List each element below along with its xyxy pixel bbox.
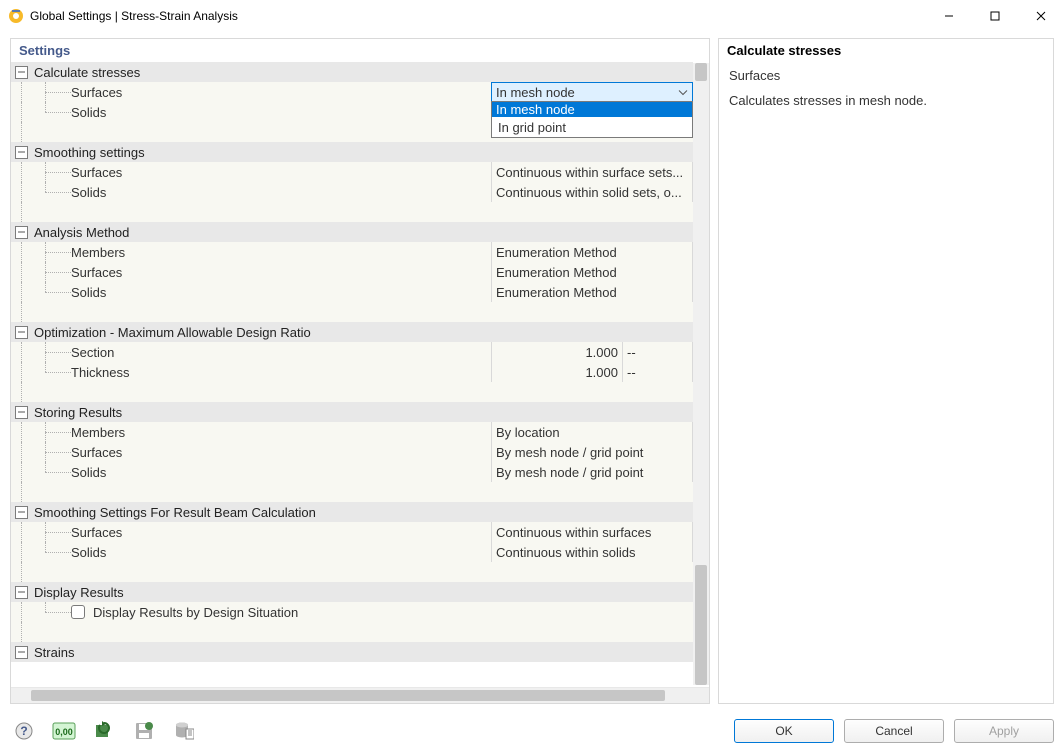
window-title: Global Settings | Stress-Strain Analysis	[30, 9, 926, 23]
dd-option-grid[interactable]: In grid point	[492, 117, 692, 137]
display-by-situation-checkbox[interactable]	[71, 605, 85, 619]
collapse-icon[interactable]	[15, 406, 28, 419]
app-icon	[8, 8, 24, 24]
collapse-icon[interactable]	[15, 646, 28, 659]
collapse-icon[interactable]	[15, 506, 28, 519]
vertical-scrollbar[interactable]	[693, 63, 709, 685]
settings-header: Settings	[11, 39, 709, 62]
minimize-button[interactable]	[926, 0, 972, 32]
row-opt-section[interactable]: Section 1.000 --	[11, 342, 693, 362]
chevron-down-icon	[678, 85, 688, 100]
collapse-icon[interactable]	[15, 66, 28, 79]
collapse-icon[interactable]	[15, 326, 28, 339]
maximize-button[interactable]	[972, 0, 1018, 32]
surfaces-dropdown-list: In mesh node In grid point	[491, 101, 693, 138]
row-sbeam-surfaces[interactable]: Surfaces Continuous within surfaces	[11, 522, 693, 542]
row-storing-surfaces[interactable]: Surfaces By mesh node / grid point	[11, 442, 693, 462]
spacer	[11, 382, 693, 402]
close-button[interactable]	[1018, 0, 1064, 32]
help-icon[interactable]: ?	[10, 719, 38, 743]
row-opt-thickness[interactable]: Thickness 1.000 --	[11, 362, 693, 382]
row-smooth-solids[interactable]: Solids Continuous within solid sets, o..…	[11, 182, 693, 202]
ok-button[interactable]: OK	[734, 719, 834, 743]
save-icon[interactable]	[130, 719, 158, 743]
row-storing-solids[interactable]: Solids By mesh node / grid point	[11, 462, 693, 482]
row-analysis-surfaces[interactable]: Surfaces Enumeration Method	[11, 262, 693, 282]
horizontal-scrollbar[interactable]	[11, 687, 709, 703]
surfaces-mesh-dropdown[interactable]: In mesh node In mesh node In grid point	[491, 82, 693, 102]
row-display-by-situation[interactable]: Display Results by Design Situation	[11, 602, 693, 622]
database-icon[interactable]	[170, 719, 198, 743]
svg-text:?: ?	[20, 724, 27, 738]
group-smoothing[interactable]: Smoothing settings	[11, 142, 693, 162]
settings-tree: Calculate stresses Surfaces In mesh node	[11, 62, 709, 687]
help-title: Calculate stresses	[719, 39, 1053, 62]
spacer	[11, 482, 693, 502]
spacer	[11, 562, 693, 582]
titlebar: Global Settings | Stress-Strain Analysis	[0, 0, 1064, 32]
collapse-icon[interactable]	[15, 146, 28, 159]
group-display[interactable]: Display Results	[11, 582, 693, 602]
units-icon[interactable]: 0,00	[50, 719, 78, 743]
row-analysis-solids[interactable]: Solids Enumeration Method	[11, 282, 693, 302]
spacer	[11, 302, 693, 322]
row-smooth-surfaces[interactable]: Surfaces Continuous within surface sets.…	[11, 162, 693, 182]
help-line1: Surfaces	[729, 68, 1043, 83]
svg-text:0,00: 0,00	[55, 727, 73, 737]
dd-option-mesh[interactable]: In mesh node	[492, 102, 692, 117]
group-calculate-stresses[interactable]: Calculate stresses	[11, 62, 693, 82]
group-smoothing-beam[interactable]: Smoothing Settings For Result Beam Calcu…	[11, 502, 693, 522]
spacer	[11, 622, 693, 642]
group-analysis[interactable]: Analysis Method	[11, 222, 693, 242]
row-analysis-members[interactable]: Members Enumeration Method	[11, 242, 693, 262]
collapse-icon[interactable]	[15, 226, 28, 239]
help-line2: Calculates stresses in mesh node.	[729, 93, 1043, 108]
spacer	[11, 202, 693, 222]
row-calc-surfaces[interactable]: Surfaces In mesh node In mesh node In gr…	[11, 82, 693, 102]
collapse-icon[interactable]	[15, 586, 28, 599]
group-optimization[interactable]: Optimization - Maximum Allowable Design …	[11, 322, 693, 342]
group-storing[interactable]: Storing Results	[11, 402, 693, 422]
group-strains[interactable]: Strains	[11, 642, 693, 662]
refresh-icon[interactable]	[90, 719, 118, 743]
row-storing-members[interactable]: Members By location	[11, 422, 693, 442]
apply-button[interactable]: Apply	[954, 719, 1054, 743]
cancel-button[interactable]: Cancel	[844, 719, 944, 743]
row-sbeam-solids[interactable]: Solids Continuous within solids	[11, 542, 693, 562]
